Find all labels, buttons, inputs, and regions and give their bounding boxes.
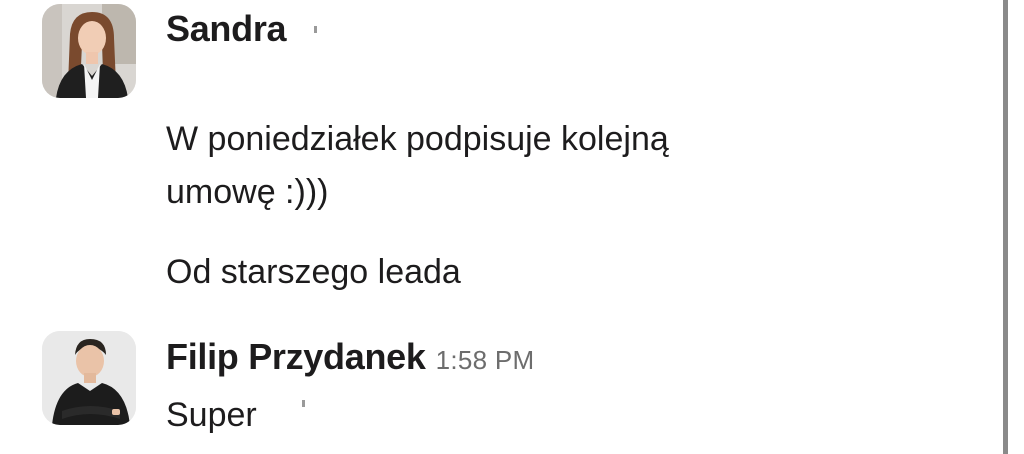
sender-name-text: Sandra xyxy=(166,8,287,49)
user-avatar-man-icon xyxy=(42,331,136,425)
sender-name-text: Filip Przydanek xyxy=(166,336,426,377)
message-line: umowę :))) xyxy=(166,173,329,211)
avatar-sandra[interactable] xyxy=(42,4,136,98)
user-avatar-woman-icon xyxy=(42,4,136,98)
avatar-filip[interactable] xyxy=(42,331,136,425)
message-timestamp[interactable]: 1:58 PM xyxy=(436,345,535,375)
sender-name[interactable]: Filip Przydanek 1:58 PM xyxy=(166,336,535,378)
sender-name[interactable]: Sandra xyxy=(166,8,287,50)
pane-divider xyxy=(1003,0,1008,454)
message-line: Od starszego leada xyxy=(166,253,461,291)
message-line: Super xyxy=(166,396,257,434)
speck xyxy=(314,26,317,33)
message-line: W poniedziałek podpisuje kolejną xyxy=(166,120,669,158)
speck xyxy=(302,400,305,407)
